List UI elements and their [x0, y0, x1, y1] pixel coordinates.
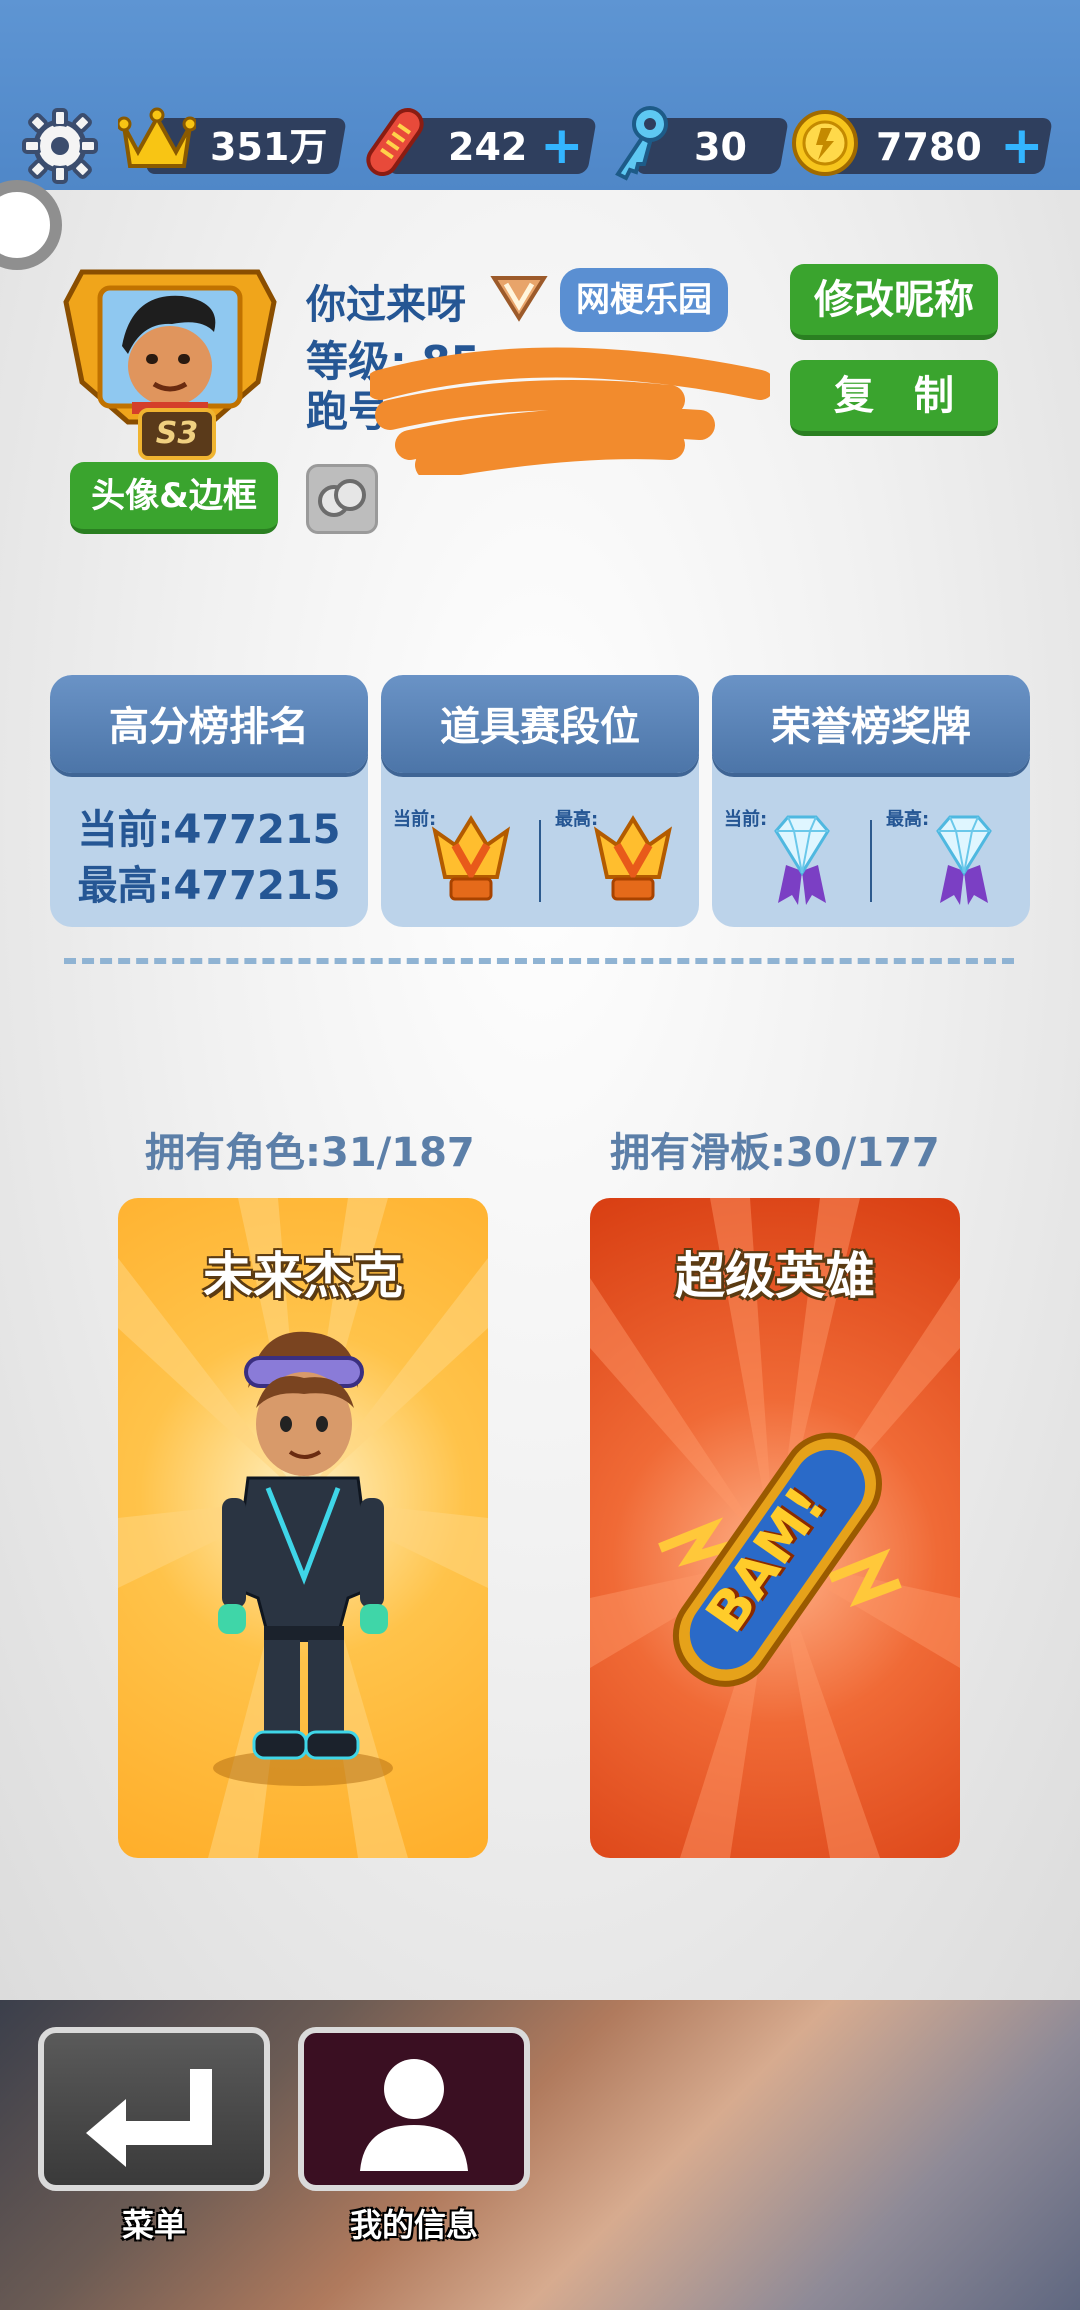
divider — [870, 820, 872, 902]
coin-icon — [792, 110, 858, 176]
item-rank-card-title: 道具赛段位 — [381, 675, 699, 773]
board-card[interactable]: 超级英雄 BAM! — [590, 1198, 960, 1858]
boards-owned: 拥有滑板:30/177 — [610, 1130, 940, 1176]
highscore-card[interactable]: 高分榜排名 当前:477215 最高:477215 — [50, 675, 368, 927]
characters-owned: 拥有角色:31/187 — [145, 1130, 475, 1176]
avatar-frame-button[interactable]: 头像&边框 — [70, 462, 278, 534]
character-name: 未来杰克 — [203, 1247, 403, 1305]
highscore-card-title: 高分榜排名 — [50, 675, 368, 773]
menu-label: 菜单 — [121, 2206, 186, 2244]
my-info-label: 我的信息 — [349, 2206, 478, 2244]
score-value: 351万 — [210, 125, 328, 169]
gold-v-badge-icon — [431, 815, 511, 901]
menu-button[interactable] — [38, 2027, 270, 2191]
season-badge: S3 — [138, 408, 216, 460]
gold-v-badge-icon — [593, 815, 673, 901]
honor-card[interactable]: 荣誉榜奖牌 当前: 最高: — [712, 675, 1030, 927]
coins-value: 7780 — [876, 125, 982, 169]
copy-button[interactable]: 复 制 — [790, 360, 998, 436]
crown-icon — [118, 107, 196, 168]
highscore-current: 当前:477215 — [77, 807, 341, 853]
character-card[interactable]: 未来杰克 — [118, 1198, 488, 1858]
add-coins-button[interactable]: + — [1000, 120, 1044, 172]
honor-current-label: 当前: — [724, 809, 768, 830]
hoverboard-icon — [366, 107, 424, 177]
section-divider — [64, 958, 1014, 964]
diamond-medal-icon — [774, 815, 830, 905]
nickname: 你过来呀 — [306, 282, 466, 328]
gear-icon[interactable] — [22, 108, 98, 184]
user-icon — [360, 2059, 468, 2171]
keys-value: 30 — [694, 125, 747, 169]
diamond-medal-icon — [936, 815, 992, 905]
board-name: 超级英雄 — [675, 1247, 875, 1305]
emote-icon[interactable] — [306, 464, 378, 534]
redaction-scribble — [370, 347, 770, 475]
honor-best-label: 最高: — [886, 809, 930, 830]
my-info-button[interactable] — [298, 2027, 530, 2191]
divider — [539, 820, 541, 902]
key-icon — [615, 106, 668, 181]
honor-card-title: 荣誉榜奖牌 — [712, 675, 1030, 773]
return-icon — [86, 2069, 212, 2167]
rename-button[interactable]: 修改昵称 — [790, 264, 998, 340]
v-rank-icon — [490, 276, 548, 322]
item-rank-card[interactable]: 道具赛段位 当前: 最高: — [381, 675, 699, 927]
add-boards-button[interactable]: + — [540, 120, 584, 172]
highscore-best: 最高:477215 — [77, 863, 341, 909]
character-figure — [213, 1331, 393, 1786]
currency-bar: 351万 242 + 30 7780 + — [0, 0, 1080, 190]
boards-value: 242 — [448, 125, 528, 169]
crew-tag[interactable]: 网梗乐园 — [560, 268, 728, 332]
